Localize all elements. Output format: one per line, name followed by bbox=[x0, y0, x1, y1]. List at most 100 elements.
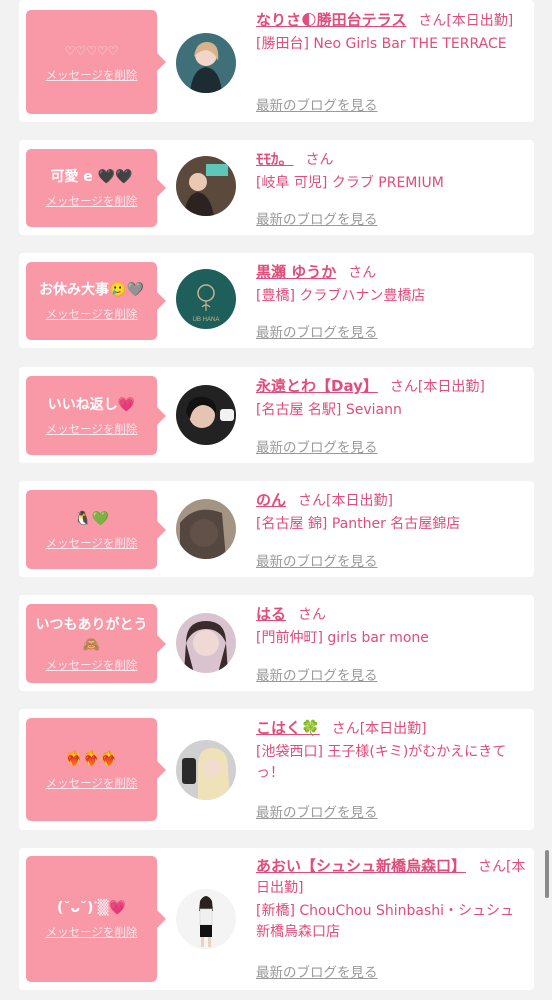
delete-message-link[interactable]: メッセージを削除 bbox=[46, 775, 138, 791]
honorific: さん bbox=[478, 859, 507, 875]
avatar-photo bbox=[176, 499, 236, 559]
name-line: 永遠とわ【Day】 さん[本日出勤] bbox=[256, 376, 526, 398]
shop-name: [名古屋 名駅] Seviann bbox=[256, 402, 402, 418]
honorific: さん bbox=[418, 13, 447, 29]
message-text: いいね返し💗 bbox=[47, 396, 136, 413]
scrollbar[interactable] bbox=[545, 850, 549, 898]
cast-name-link[interactable]: 永遠とわ【Day】 bbox=[256, 377, 378, 395]
delete-message-link[interactable]: メッセージを削除 bbox=[46, 421, 138, 437]
name-line: はる さん bbox=[256, 604, 526, 626]
cast-name-link[interactable]: こはく🍀 bbox=[256, 719, 320, 737]
delete-message-link[interactable]: メッセージを削除 bbox=[46, 67, 138, 83]
avatar[interactable] bbox=[176, 740, 236, 800]
message-bubble: ♡♡♡♡♡ メッセージを削除 bbox=[26, 10, 166, 114]
delete-message-link[interactable]: メッセージを削除 bbox=[46, 657, 138, 673]
shop-name: [名古屋 錦] Panther 名古屋錦店 bbox=[256, 516, 461, 532]
delete-message-link[interactable]: メッセージを削除 bbox=[46, 306, 138, 322]
cast-info: ﾓﾓｶ。 さん [岐阜 可児] クラブ PREMIUM bbox=[256, 149, 526, 194]
cast-info: のん さん[本日出勤] [名古屋 錦] Panther 名古屋錦店 bbox=[256, 490, 526, 535]
cast-info: はる さん [門前仲町] girls bar mone bbox=[256, 604, 526, 649]
message-bubble: いいね返し💗 メッセージを削除 bbox=[26, 376, 166, 455]
honorific: さん bbox=[305, 152, 334, 168]
honorific: さん bbox=[298, 493, 327, 509]
list-item: ♡♡♡♡♡ メッセージを削除 なりさ🌓勝田台テラス さん[本日出勤] [勝田台] … bbox=[19, 0, 534, 122]
message-bubble: お休み大事🥲🩶 メッセージを削除 bbox=[26, 262, 166, 340]
avatar[interactable] bbox=[176, 156, 236, 216]
message-text: ❤️‍🔥❤️‍🔥❤️‍🔥 bbox=[65, 750, 118, 767]
cast-info: 黒瀬 ゆうか さん [豊橋] クラブハナン豊橋店 bbox=[256, 262, 526, 307]
svg-text:UB HANA: UB HANA bbox=[193, 317, 220, 323]
status-badge: [本日出勤] bbox=[359, 721, 427, 737]
shop-name: [豊橋] クラブハナン豊橋店 bbox=[256, 288, 426, 304]
name-line: こはく🍀 さん[本日出勤] bbox=[256, 718, 526, 740]
avatar-photo bbox=[176, 740, 236, 800]
message-bubble: 可愛 e 🖤🖤 メッセージを削除 bbox=[26, 149, 166, 227]
latest-blog-link[interactable]: 最新のブログを見る bbox=[256, 801, 378, 821]
message-bubble: (˘ᴗ˘)ᐝ▒💗 メッセージを削除 bbox=[26, 856, 166, 982]
shop-name: [門前仲町] girls bar mone bbox=[256, 630, 429, 646]
list-item: いつもありがとう🙈 メッセージを削除 はる さん [門前仲町] girls bar… bbox=[19, 595, 534, 691]
cast-info: あおい【シュシュ新橋烏森口】 さん[本日出勤] [新橋] ChouChou Shi… bbox=[256, 856, 526, 943]
latest-blog-link[interactable]: 最新のブログを見る bbox=[256, 664, 378, 684]
message-text: お休み大事🥲🩶 bbox=[39, 282, 144, 298]
name-line: 黒瀬 ゆうか さん bbox=[256, 262, 526, 284]
avatar-photo bbox=[176, 33, 236, 93]
name-line: なりさ🌓勝田台テラス さん[本日出勤] bbox=[256, 10, 526, 32]
message-bubble: ❤️‍🔥❤️‍🔥❤️‍🔥 メッセージを削除 bbox=[26, 718, 166, 821]
cast-info: こはく🍀 さん[本日出勤] [池袋西口] 王子様(キミ)がむかえにきてっ！ bbox=[256, 718, 526, 784]
cast-name-link[interactable]: なりさ🌓勝田台テラス bbox=[256, 11, 406, 29]
latest-blog-link[interactable]: 最新のブログを見る bbox=[256, 961, 378, 981]
avatar[interactable] bbox=[176, 889, 236, 949]
honorific: さん bbox=[331, 721, 360, 737]
message-bubble: 🐧💚 メッセージを削除 bbox=[26, 490, 166, 569]
shop-name: [新橋] ChouChou Shinbashi・シュシュ新橋烏森口店 bbox=[256, 903, 515, 940]
delete-message-link[interactable]: メッセージを削除 bbox=[46, 535, 138, 551]
cast-info: 永遠とわ【Day】 さん[本日出勤] [名古屋 名駅] Seviann bbox=[256, 376, 526, 421]
shop-name: [岐阜 可児] クラブ PREMIUM bbox=[256, 175, 444, 191]
avatar[interactable] bbox=[176, 33, 236, 93]
delete-message-link[interactable]: メッセージを削除 bbox=[46, 924, 138, 940]
honorific: さん bbox=[348, 265, 377, 281]
name-line: のん さん[本日出勤] bbox=[256, 490, 526, 512]
name-line: あおい【シュシュ新橋烏森口】 さん[本日出勤] bbox=[256, 856, 526, 899]
latest-blog-link[interactable]: 最新のブログを見る bbox=[256, 94, 378, 114]
cast-name-link[interactable]: 黒瀬 ゆうか bbox=[256, 263, 336, 281]
list-item: ❤️‍🔥❤️‍🔥❤️‍🔥 メッセージを削除 こはく🍀 さん[本日出勤] [池袋西口… bbox=[19, 709, 534, 830]
message-bubble: いつもありがとう🙈 メッセージを削除 bbox=[26, 604, 166, 683]
message-text: いつもありがとう🙈 bbox=[35, 616, 148, 653]
honorific: さん bbox=[298, 607, 327, 623]
honorific: さん bbox=[389, 379, 418, 395]
status-badge: [本日出勤] bbox=[417, 379, 485, 395]
delete-message-link[interactable]: メッセージを削除 bbox=[46, 193, 138, 209]
avatar[interactable] bbox=[176, 499, 236, 559]
status-badge: [本日出勤] bbox=[326, 493, 393, 509]
shop-name: [池袋西口] 王子様(キミ)がむかえにきてっ！ bbox=[256, 744, 507, 781]
cast-info: なりさ🌓勝田台テラス さん[本日出勤] [勝田台] Neo Girls Bar T… bbox=[256, 10, 526, 55]
latest-blog-link[interactable]: 最新のブログを見る bbox=[256, 550, 378, 570]
message-text: 🐧💚 bbox=[74, 510, 109, 527]
avatar-photo: UB HANA bbox=[176, 269, 236, 329]
cast-name-link[interactable]: あおい【シュシュ新橋烏森口】 bbox=[256, 857, 466, 875]
latest-blog-link[interactable]: 最新のブログを見る bbox=[256, 208, 378, 228]
cast-name-link[interactable]: ﾓﾓｶ。 bbox=[256, 150, 294, 168]
message-text: ♡♡♡♡♡ bbox=[64, 44, 119, 58]
status-badge: [本日出勤] bbox=[446, 13, 514, 29]
avatar[interactable] bbox=[176, 613, 236, 673]
name-line: ﾓﾓｶ。 さん bbox=[256, 149, 526, 171]
cast-name-link[interactable]: はる bbox=[256, 605, 286, 623]
list-item: (˘ᴗ˘)ᐝ▒💗 メッセージを削除 あおい【シュシュ新橋烏森口】 さん[本日出勤]… bbox=[19, 848, 534, 990]
list-item: いいね返し💗 メッセージを削除 永遠とわ【Day】 さん[本日出勤] [名古屋 名… bbox=[19, 367, 534, 463]
avatar-photo bbox=[176, 385, 236, 445]
list-item: お休み大事🥲🩶 メッセージを削除 UB HANA 黒瀬 ゆうか さん [豊橋] ク… bbox=[19, 253, 534, 348]
message-text: 可愛 e 🖤🖤 bbox=[50, 169, 133, 185]
latest-blog-link[interactable]: 最新のブログを見る bbox=[256, 436, 378, 456]
favorites-message-list: ♡♡♡♡♡ メッセージを削除 なりさ🌓勝田台テラス さん[本日出勤] [勝田台] … bbox=[0, 0, 552, 1000]
latest-blog-link[interactable]: 最新のブログを見る bbox=[256, 321, 378, 341]
cast-name-link[interactable]: のん bbox=[256, 491, 286, 509]
avatar[interactable]: UB HANA bbox=[176, 269, 236, 329]
list-item: 🐧💚 メッセージを削除 のん さん[本日出勤] [名古屋 錦] Panther 名… bbox=[19, 481, 534, 577]
avatar[interactable] bbox=[176, 385, 236, 445]
avatar-photo bbox=[176, 613, 236, 673]
shop-name: [勝田台] Neo Girls Bar THE TERRACE bbox=[256, 36, 507, 52]
avatar-photo bbox=[176, 889, 236, 949]
